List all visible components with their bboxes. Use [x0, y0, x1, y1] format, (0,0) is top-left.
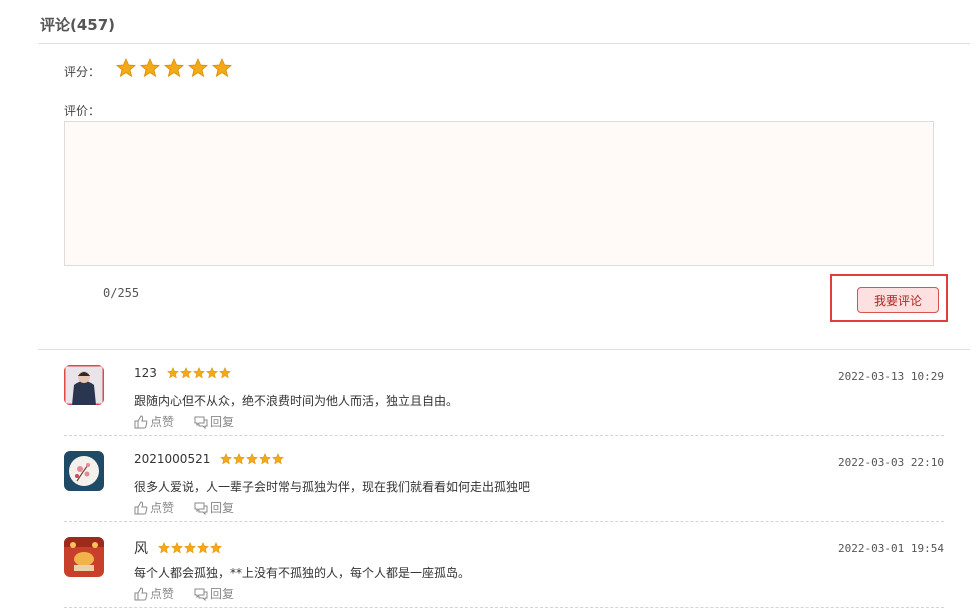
star-icon[interactable]: [164, 58, 184, 78]
flower-avatar[interactable]: [64, 451, 104, 491]
comment-text: 跟随内心但不从众，绝不浪费时间为他人而活，独立且自由。: [134, 394, 459, 408]
star-icon: [171, 542, 183, 554]
star-icon: [210, 542, 222, 554]
thumbs-up-icon: [134, 586, 148, 600]
star-icon: [184, 542, 196, 554]
char-counter: 0/255: [103, 286, 140, 300]
star-icon: [259, 453, 272, 465]
star-icon: [218, 367, 231, 379]
comment-text: 很多人爱说，人一辈子会时常与孤独为伴，现在我们就看看如何走出孤独吧: [134, 480, 531, 494]
star-icon[interactable]: [212, 58, 232, 78]
star-icon: [179, 367, 192, 379]
person-avatar[interactable]: [64, 365, 104, 405]
like-label: 点赞: [150, 587, 175, 601]
comment-item: 2021000521 2022-03-03 22:10 很多人爱说，人一辈子会时…: [64, 436, 944, 522]
star-icon: [166, 367, 179, 379]
reply-button[interactable]: 回复: [194, 585, 234, 602]
username[interactable]: 2021000521: [134, 452, 210, 466]
star-icon: [233, 453, 246, 465]
review-textarea[interactable]: [64, 121, 934, 266]
star-icon: [192, 367, 205, 379]
comment-header: 123: [134, 366, 231, 380]
username[interactable]: 123: [134, 366, 157, 380]
comment-icon: [194, 502, 208, 515]
comment-stars: [166, 367, 231, 379]
timestamp: 2022-03-03 22:10: [838, 456, 944, 469]
comment-header: 风: [134, 538, 222, 558]
star-icon[interactable]: [140, 58, 160, 78]
comment-item: 风 2022-03-01 19:54 每个人都会孤独，**上没有不孤独的人，每个…: [64, 522, 944, 608]
reply-label: 回复: [210, 587, 235, 601]
like-button[interactable]: 点赞: [134, 413, 174, 430]
comment-item: 123 2022-03-13 10:29 跟随内心但不从众，绝不浪费时间为他人而…: [64, 350, 944, 436]
lantern-avatar[interactable]: [64, 537, 104, 577]
comment-stars: [158, 542, 222, 554]
review-label: 评价：: [64, 104, 101, 118]
star-icon: [220, 453, 233, 465]
thumbs-up-icon: [134, 500, 148, 514]
star-icon: [158, 542, 170, 554]
comment-icon: [194, 416, 208, 429]
comments-title: 评论(457): [40, 16, 116, 34]
timestamp: 2022-03-01 19:54: [838, 542, 944, 555]
divider: [38, 43, 970, 44]
reply-button[interactable]: 回复: [194, 499, 234, 516]
like-label: 点赞: [150, 415, 175, 429]
username[interactable]: 风: [134, 538, 148, 558]
rating-label: 评分：: [64, 65, 101, 79]
star-icon[interactable]: [188, 58, 208, 78]
comment-actions: 点赞 回复: [134, 499, 234, 516]
like-label: 点赞: [150, 501, 175, 515]
comment-text: 每个人都会孤独，**上没有不孤独的人，每个人都是一座孤岛。: [134, 566, 471, 580]
comment-header: 2021000521: [134, 452, 285, 466]
star-icon: [246, 453, 259, 465]
reply-label: 回复: [210, 501, 235, 515]
thumbs-up-icon: [134, 414, 148, 428]
star-icon[interactable]: [116, 58, 136, 78]
comment-icon: [194, 588, 208, 601]
star-icon: [205, 367, 218, 379]
comment-stars: [220, 453, 285, 465]
like-button[interactable]: 点赞: [134, 499, 174, 516]
rating-stars[interactable]: [116, 58, 232, 78]
comment-actions: 点赞 回复: [134, 585, 234, 602]
star-icon: [197, 542, 209, 554]
reply-button[interactable]: 回复: [194, 413, 234, 430]
star-icon: [272, 453, 285, 465]
submit-comment-button[interactable]: 我要评论: [857, 287, 939, 313]
like-button[interactable]: 点赞: [134, 585, 174, 602]
reply-label: 回复: [210, 415, 235, 429]
timestamp: 2022-03-13 10:29: [838, 370, 944, 383]
comment-actions: 点赞 回复: [134, 413, 234, 430]
